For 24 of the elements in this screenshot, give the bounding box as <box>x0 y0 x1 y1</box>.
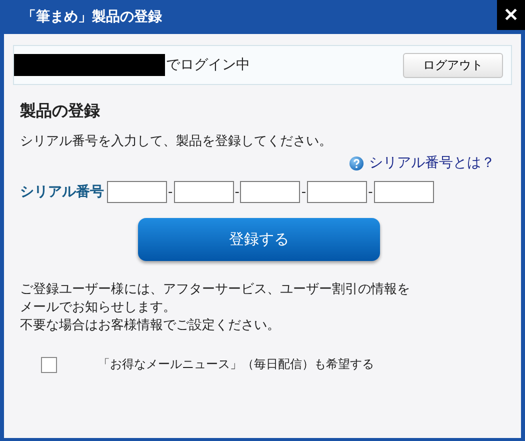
window-title: 「筆まめ」製品の登録 <box>22 8 162 26</box>
serial-label: シリアル番号 <box>20 183 104 201</box>
logout-button[interactable]: ログアウト <box>403 52 503 78</box>
help-link[interactable]: シリアル番号とは？ <box>369 154 495 172</box>
notice-text: メールでお知らせします。 <box>20 299 177 317</box>
section-heading: 製品の登録 <box>20 101 101 122</box>
newsletter-label: 「お得なメールニュース」（毎日配信）も希望する <box>98 356 374 373</box>
login-status: でログイン中 <box>166 56 250 74</box>
newsletter-checkbox[interactable] <box>41 356 57 372</box>
serial-input-field[interactable] <box>107 181 167 203</box>
notice-text: 不要な場合はお客様情報でご設定ください。 <box>20 317 281 335</box>
separator-text: - <box>301 184 306 200</box>
separator-text: - <box>168 184 173 200</box>
separator-text: - <box>368 184 373 200</box>
notice-text: ご登録ユーザー様には、アフターサービス、ユーザー割引の情報を <box>20 281 411 299</box>
help-icon <box>349 156 364 170</box>
close-button[interactable]: ✕ <box>497 0 525 30</box>
separator-text: - <box>234 184 240 200</box>
register-button[interactable]: 登録する <box>138 218 380 261</box>
serial-input-field[interactable] <box>307 181 368 203</box>
serial-input-field[interactable] <box>174 181 234 203</box>
serial-input-field[interactable] <box>240 181 300 203</box>
serial-input-field[interactable] <box>374 181 434 203</box>
instruction-text: シリアル番号を入力して、製品を登録してください。 <box>20 133 333 150</box>
